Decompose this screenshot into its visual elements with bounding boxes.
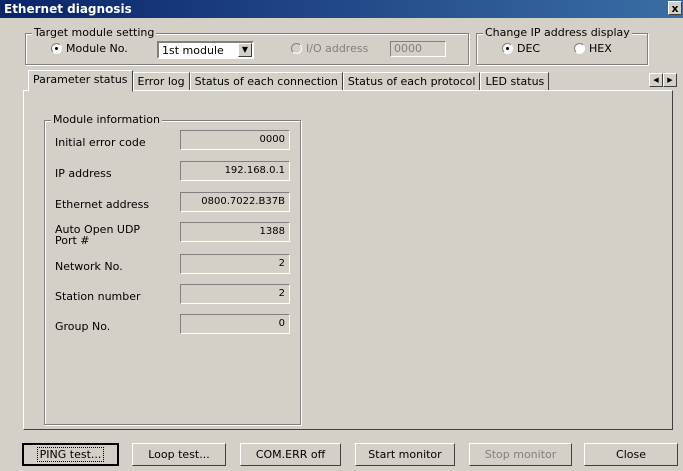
radio-unchecked-icon bbox=[574, 43, 585, 54]
station-number-value: 2 bbox=[180, 284, 290, 304]
target-module-legend: Target module setting bbox=[32, 26, 157, 39]
dec-radio[interactable]: DEC bbox=[502, 42, 540, 55]
initial-error-code-value: 0000 bbox=[180, 130, 290, 150]
tab-strip: Parameter status Error log Status of eac… bbox=[28, 70, 550, 92]
radio-unchecked-icon bbox=[291, 43, 302, 54]
start-monitor-button[interactable]: Start monitor bbox=[355, 443, 455, 466]
tab-parameter-status[interactable]: Parameter status bbox=[28, 70, 133, 92]
module-info-legend: Module information bbox=[51, 113, 162, 126]
title-bar: Ethernet diagnosis x bbox=[0, 0, 683, 18]
network-no-label: Network No. bbox=[55, 260, 123, 273]
ip-address-value: 192.168.0.1 bbox=[180, 161, 290, 181]
tab-error-log[interactable]: Error log bbox=[132, 72, 190, 91]
dec-label: DEC bbox=[517, 42, 541, 55]
io-address-label: I/O address bbox=[306, 42, 369, 55]
loop-test-button[interactable]: Loop test... bbox=[132, 443, 226, 466]
station-number-label: Station number bbox=[55, 290, 141, 303]
radio-checked-icon bbox=[502, 43, 513, 54]
io-address-input[interactable]: 0000 bbox=[390, 41, 446, 57]
ping-test-label: PING test... bbox=[36, 447, 105, 462]
ethernet-diagnosis-window: Ethernet diagnosis x Target module setti… bbox=[0, 0, 683, 471]
ip-display-legend: Change IP address display bbox=[483, 26, 632, 39]
ethernet-address-label: Ethernet address bbox=[55, 198, 150, 211]
tab-protocol-status[interactable]: Status of each protocol bbox=[342, 72, 481, 91]
tab-led-status[interactable]: LED status bbox=[480, 72, 550, 91]
ping-test-button[interactable]: PING test... bbox=[22, 443, 119, 466]
network-no-value: 2 bbox=[180, 254, 290, 274]
chevron-down-icon[interactable]: ▼ bbox=[238, 43, 252, 57]
close-icon[interactable]: x bbox=[668, 1, 682, 15]
scroll-right-icon[interactable]: ▶ bbox=[663, 73, 677, 87]
module-no-select[interactable]: 1st module ▼ bbox=[157, 41, 254, 59]
radio-checked-icon bbox=[51, 43, 62, 54]
ip-address-label: IP address bbox=[55, 167, 112, 180]
hex-label: HEX bbox=[589, 42, 612, 55]
tab-scroll-buttons: ◀ ▶ bbox=[649, 73, 677, 87]
module-no-radio[interactable]: Module No. bbox=[51, 42, 128, 55]
auto-open-udp-port-label: Auto Open UDP Port # bbox=[55, 223, 141, 247]
hex-radio[interactable]: HEX bbox=[574, 42, 612, 55]
initial-error-code-label: Initial error code bbox=[55, 136, 146, 149]
io-address-radio[interactable]: I/O address bbox=[291, 42, 368, 55]
com-err-off-button[interactable]: COM.ERR off bbox=[240, 443, 341, 466]
scroll-left-icon[interactable]: ◀ bbox=[649, 73, 663, 87]
group-no-value: 0 bbox=[180, 314, 290, 334]
close-button[interactable]: Close bbox=[584, 443, 678, 466]
auto-open-udp-port-value: 1388 bbox=[180, 222, 290, 242]
tab-connection-status[interactable]: Status of each connection bbox=[189, 72, 343, 91]
ethernet-address-value: 0800.7022.B37B bbox=[180, 192, 290, 212]
module-no-value: 1st module bbox=[162, 44, 224, 57]
group-no-label: Group No. bbox=[55, 320, 111, 333]
module-no-label: Module No. bbox=[66, 42, 128, 55]
stop-monitor-button[interactable]: Stop monitor bbox=[469, 443, 572, 466]
window-title: Ethernet diagnosis bbox=[4, 2, 132, 16]
